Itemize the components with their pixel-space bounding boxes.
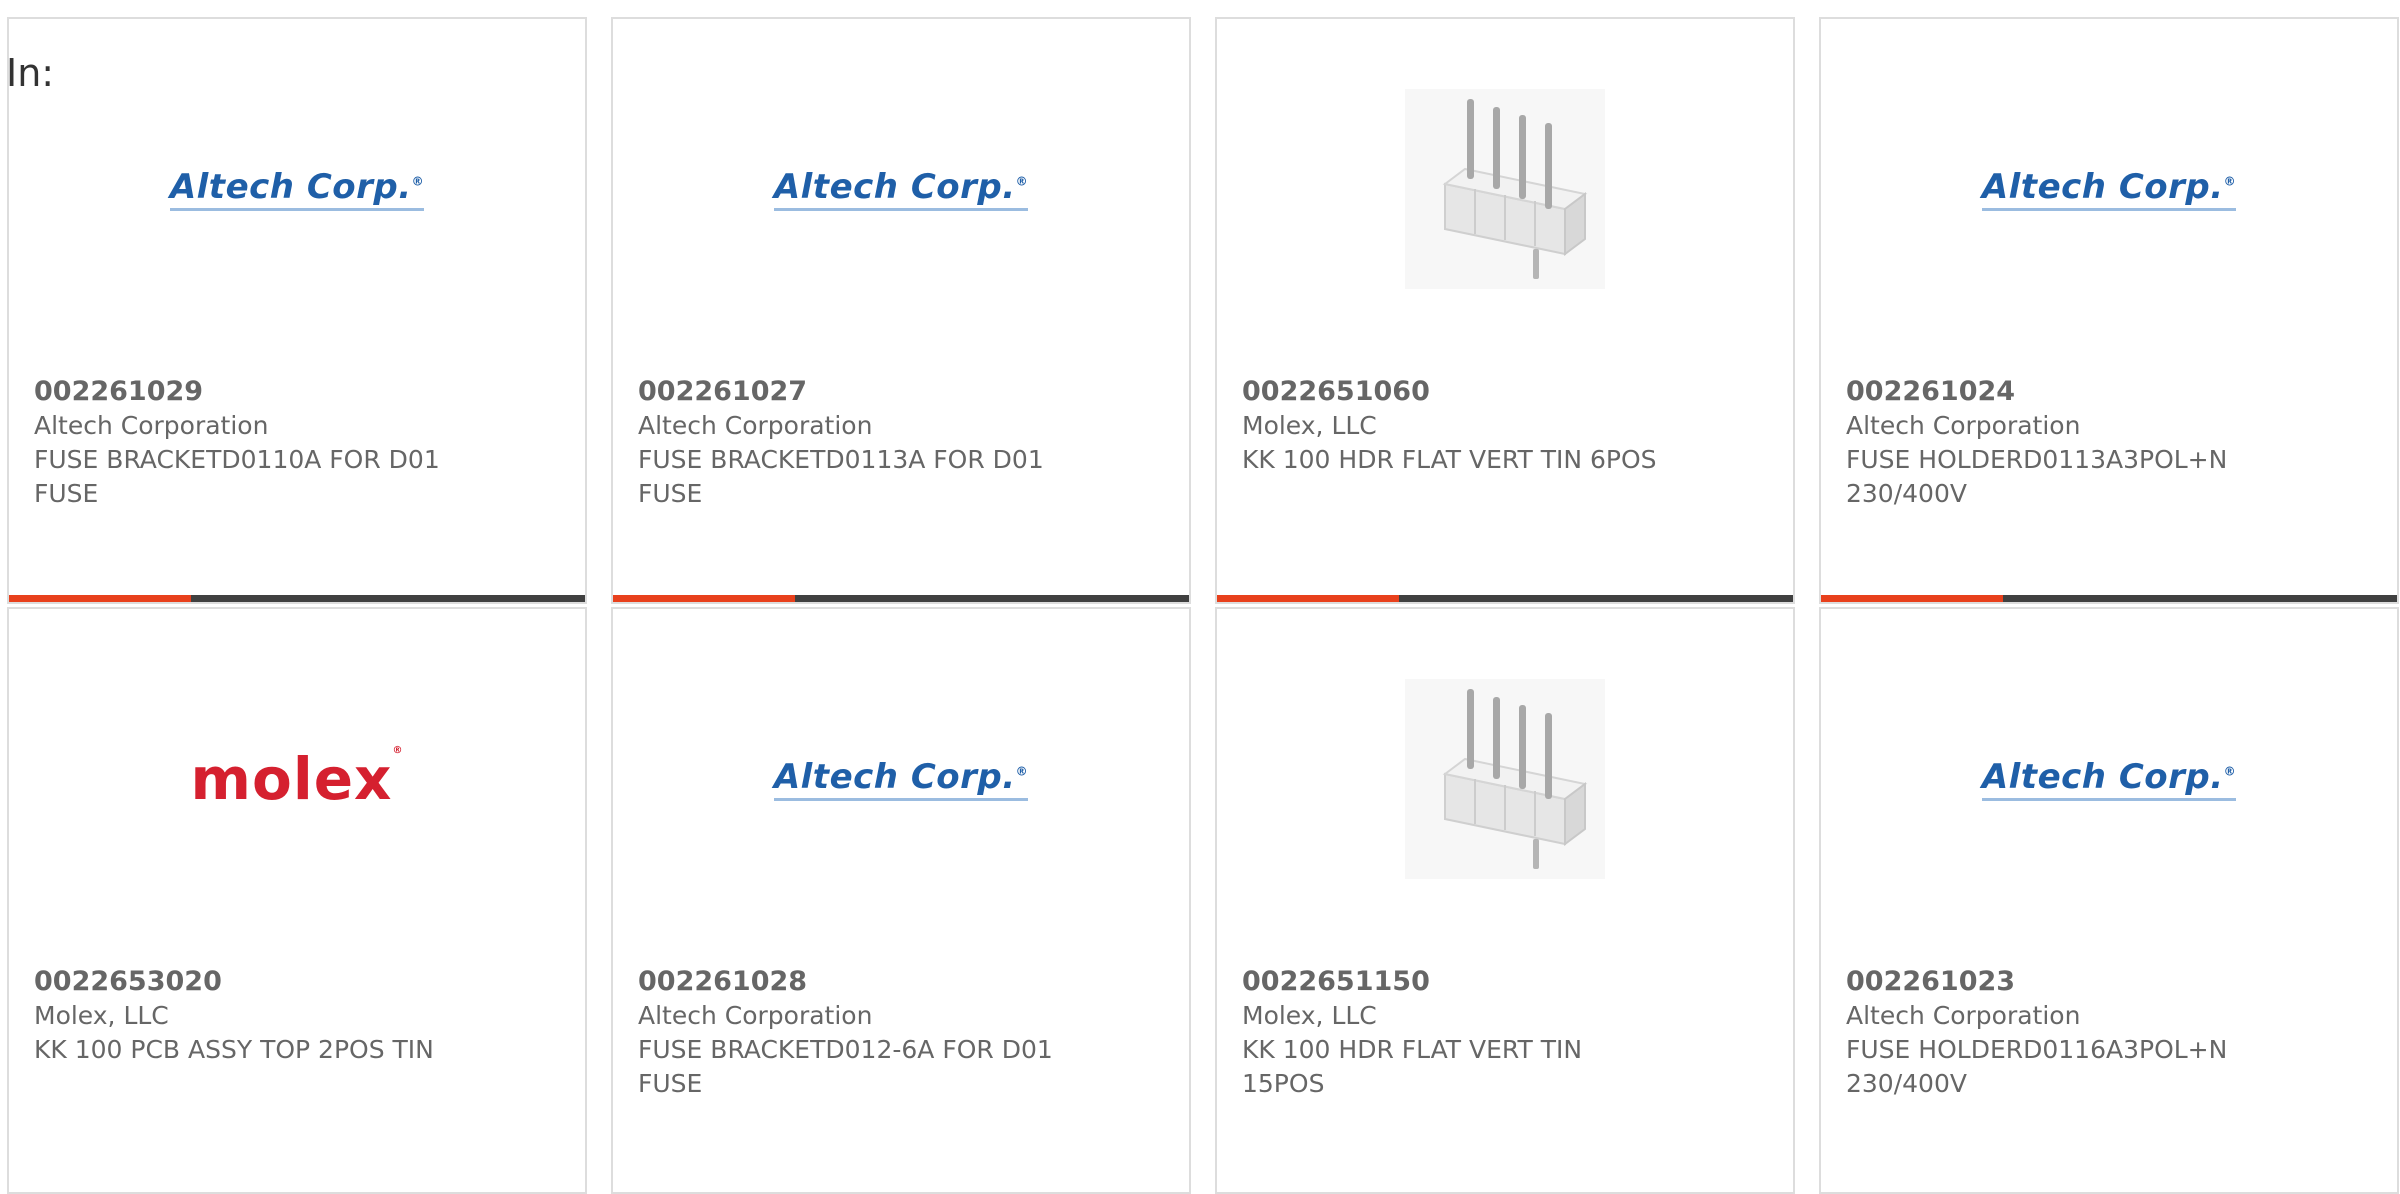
manufacturer: Altech Corporation bbox=[34, 411, 269, 440]
product-image[interactable]: Altech Corp.® bbox=[1821, 659, 2397, 899]
product-image[interactable] bbox=[1217, 659, 1793, 899]
product-image[interactable] bbox=[1217, 69, 1793, 309]
product-card[interactable]: 0022651060 Molex, LLC KK 100 HDR FLAT VE… bbox=[1215, 17, 1795, 604]
header-connector-icon bbox=[1405, 89, 1605, 289]
card-footer-bar bbox=[1821, 595, 2397, 602]
part-number[interactable]: 002261023 bbox=[1846, 965, 2372, 999]
product-card[interactable]: 0022651150 Molex, LLC KK 100 HDR FLAT VE… bbox=[1215, 607, 1795, 1194]
description: FUSE HOLDERD0116A3POL+N 230/400V bbox=[1846, 1035, 2228, 1098]
product-image[interactable]: Altech Corp.® bbox=[1821, 69, 2397, 309]
altech-logo: Altech Corp.® bbox=[1981, 757, 2237, 801]
description: KK 100 PCB ASSY TOP 2POS TIN bbox=[34, 1035, 434, 1064]
product-card[interactable]: Altech Corp.® 002261023 Altech Corporati… bbox=[1819, 607, 2399, 1194]
part-number[interactable]: 0022651150 bbox=[1242, 965, 1768, 999]
description: FUSE BRACKETD0110A FOR D01 FUSE bbox=[34, 445, 440, 508]
manufacturer: Altech Corporation bbox=[1846, 411, 2081, 440]
filter-label: In: bbox=[6, 51, 55, 95]
description: FUSE BRACKETD0113A FOR D01 FUSE bbox=[638, 445, 1044, 508]
manufacturer: Molex, LLC bbox=[1242, 1001, 1377, 1030]
product-image[interactable]: Altech Corp.® bbox=[9, 69, 585, 309]
altech-logo: Altech Corp.® bbox=[169, 167, 425, 211]
description: KK 100 HDR FLAT VERT TIN 15POS bbox=[1242, 1035, 1583, 1098]
part-number[interactable]: 0022651060 bbox=[1242, 375, 1768, 409]
manufacturer: Altech Corporation bbox=[638, 1001, 873, 1030]
altech-logo: Altech Corp.® bbox=[1981, 167, 2237, 211]
description: FUSE BRACKETD012-6A FOR D01 FUSE bbox=[638, 1035, 1053, 1098]
altech-logo: Altech Corp.® bbox=[773, 757, 1029, 801]
card-footer-bar bbox=[613, 595, 1189, 602]
card-footer-bar bbox=[9, 595, 585, 602]
part-number[interactable]: 002261024 bbox=[1846, 375, 2372, 409]
product-image[interactable]: molex® bbox=[9, 659, 585, 899]
description: KK 100 HDR FLAT VERT TIN 6POS bbox=[1242, 445, 1657, 474]
product-image[interactable]: Altech Corp.® bbox=[613, 659, 1189, 899]
part-number[interactable]: 002261028 bbox=[638, 965, 1164, 999]
manufacturer: Altech Corporation bbox=[1846, 1001, 2081, 1030]
header-connector-icon bbox=[1405, 679, 1605, 879]
manufacturer: Altech Corporation bbox=[638, 411, 873, 440]
product-image[interactable]: Altech Corp.® bbox=[613, 69, 1189, 309]
molex-logo: molex® bbox=[190, 745, 404, 813]
manufacturer: Molex, LLC bbox=[1242, 411, 1377, 440]
card-footer-bar bbox=[1217, 595, 1793, 602]
product-card[interactable]: Altech Corp.® 002261029 Altech Corporati… bbox=[7, 17, 587, 604]
part-number[interactable]: 0022653020 bbox=[34, 965, 560, 999]
manufacturer: Molex, LLC bbox=[34, 1001, 169, 1030]
product-card[interactable]: Altech Corp.® 002261027 Altech Corporati… bbox=[611, 17, 1191, 604]
product-card[interactable]: Altech Corp.® 002261028 Altech Corporati… bbox=[611, 607, 1191, 1194]
product-card[interactable]: molex® 0022653020 Molex, LLC KK 100 PCB … bbox=[7, 607, 587, 1194]
part-number[interactable]: 002261027 bbox=[638, 375, 1164, 409]
product-card[interactable]: Altech Corp.® 002261024 Altech Corporati… bbox=[1819, 17, 2399, 604]
altech-logo: Altech Corp.® bbox=[773, 167, 1029, 211]
part-number[interactable]: 002261029 bbox=[34, 375, 560, 409]
description: FUSE HOLDERD0113A3POL+N 230/400V bbox=[1846, 445, 2228, 508]
